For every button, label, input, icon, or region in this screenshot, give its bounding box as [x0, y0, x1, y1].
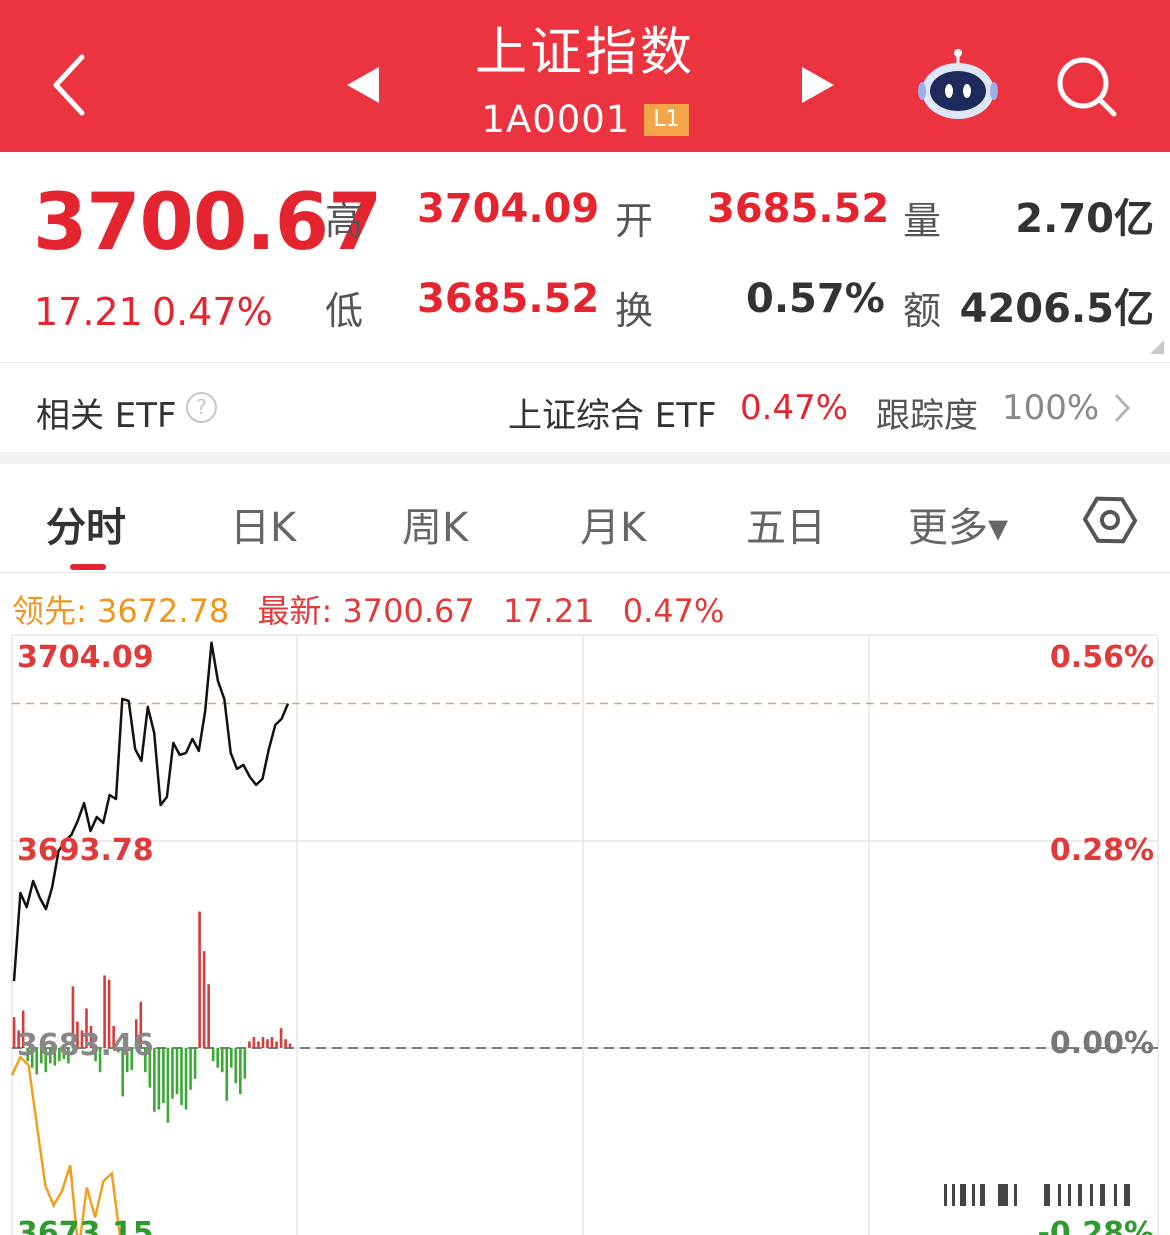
volume-label: 量	[903, 199, 942, 243]
tab-five-day[interactable]: 五日	[746, 495, 826, 553]
tab-daily-k[interactable]: 日K	[230, 495, 296, 553]
amount-value: 4206.5亿	[959, 286, 1154, 332]
triangle-right-icon	[801, 67, 834, 103]
y-label-right-mid: 0.00%	[1049, 1026, 1154, 1061]
tracking-label: 跟踪度	[876, 396, 978, 436]
expand-corner-icon[interactable]	[1150, 340, 1164, 354]
related-etf-label: 相关 ETF	[36, 396, 177, 436]
high-label: 高	[325, 199, 364, 243]
chevron-right-icon	[1114, 393, 1131, 423]
y-label-left-low: 3673.15	[17, 1216, 154, 1235]
section-gap	[0, 452, 1170, 464]
y-label-left-top: 3704.09	[17, 640, 154, 675]
volume-bar	[12, 1017, 16, 1048]
volume-bar	[175, 1048, 179, 1095]
next-index-button[interactable]	[790, 55, 845, 115]
tracking-value: 100%	[1002, 388, 1100, 428]
quote-divider	[0, 362, 1170, 363]
low-value: 3685.52	[417, 276, 600, 322]
y-label-right-upper: 0.28%	[1049, 833, 1154, 868]
chevron-left-icon	[53, 54, 85, 116]
y-label-left-upper: 3693.78	[17, 833, 154, 868]
volume-bar	[225, 1048, 229, 1101]
open-label: 开	[615, 199, 654, 243]
active-tab-indicator	[70, 564, 106, 570]
volume-bar	[193, 1048, 197, 1079]
y-label-right-top: 0.56%	[1049, 640, 1154, 675]
settings-hexagon-icon[interactable]	[1080, 490, 1140, 550]
intraday-chart[interactable]: 3704.09 3693.78 3683.46 3673.15 0.56% 0.…	[0, 620, 1170, 1235]
triangle-left-icon	[346, 67, 379, 103]
volume-bar	[239, 1048, 242, 1095]
y-label-left-mid: 3683.46	[17, 1028, 154, 1063]
volume-bar	[266, 1039, 269, 1048]
tab-more[interactable]: 更多▾	[908, 495, 1008, 553]
volume-bar	[275, 1041, 278, 1048]
volume-bar	[270, 1037, 274, 1048]
etf-name: 上证综合 ETF	[508, 396, 717, 436]
volume-bar	[234, 1048, 238, 1084]
y-label-right-low: -0.28%	[1037, 1216, 1154, 1235]
volume-bar	[171, 1048, 174, 1099]
page-title: 上证指数	[474, 23, 695, 83]
volume-bar	[211, 1048, 215, 1062]
volume-bar	[180, 1048, 183, 1106]
leading-line	[10, 1055, 122, 1235]
security-code-row: 1A0001 L1	[430, 98, 740, 141]
search-icon	[1057, 57, 1117, 117]
volume-bar	[229, 1048, 233, 1068]
back-button[interactable]	[40, 50, 100, 120]
volume-bar	[184, 1048, 188, 1110]
turnover-value: 0.57%	[746, 276, 885, 322]
volume-bar	[198, 911, 201, 1048]
intraday-chart-svg	[10, 634, 1159, 1235]
header-bar: 上证指数 1A0001 L1	[0, 0, 1170, 152]
volume-bar	[261, 1037, 265, 1048]
volume-bar	[202, 951, 206, 1048]
security-code: 1A0001	[481, 98, 631, 141]
tabs-divider	[0, 572, 1170, 573]
price-line	[12, 641, 290, 982]
volume-bar	[243, 1048, 247, 1079]
price-change: 17.21	[34, 290, 143, 334]
volume-bar	[166, 1048, 170, 1123]
help-icon[interactable]: ?	[186, 392, 217, 423]
open-value: 3685.52	[707, 186, 890, 232]
assistant-button[interactable]	[915, 45, 1000, 125]
tab-weekly-k[interactable]: 周K	[402, 495, 468, 553]
amount-label: 额	[903, 289, 942, 333]
volume-bar	[189, 1048, 192, 1090]
high-value: 3704.09	[417, 186, 600, 232]
barcode-watermark-icon	[944, 1184, 1130, 1206]
volume-bar	[279, 1028, 283, 1048]
tab-intraday[interactable]: 分时	[46, 495, 126, 553]
volume-bar	[284, 1039, 287, 1048]
volume-bar	[288, 1043, 292, 1048]
price-change-pct: 0.47%	[152, 290, 273, 334]
volume-bar	[157, 1048, 161, 1110]
volume-bar	[162, 1048, 165, 1103]
volume-bar	[252, 1037, 256, 1048]
volume-value: 2.70亿	[1015, 196, 1154, 242]
volume-bar	[248, 1041, 251, 1048]
app-root: 上证指数 1A0001 L1 3700.67 17.21 0.47% 高 370…	[0, 0, 1170, 1235]
level-badge: L1	[644, 103, 689, 136]
tab-monthly-k[interactable]: 月K	[580, 495, 646, 553]
previous-index-button[interactable]	[335, 55, 390, 115]
volume-bar	[220, 1048, 224, 1073]
volume-bar	[207, 984, 210, 1048]
low-label: 低	[325, 289, 364, 333]
robot-icon	[917, 49, 998, 119]
volume-bar	[257, 1041, 260, 1048]
search-button[interactable]	[1048, 48, 1126, 126]
etf-change-pct: 0.47%	[740, 388, 849, 428]
volume-bar	[216, 1048, 220, 1068]
turnover-label: 换	[615, 289, 654, 333]
